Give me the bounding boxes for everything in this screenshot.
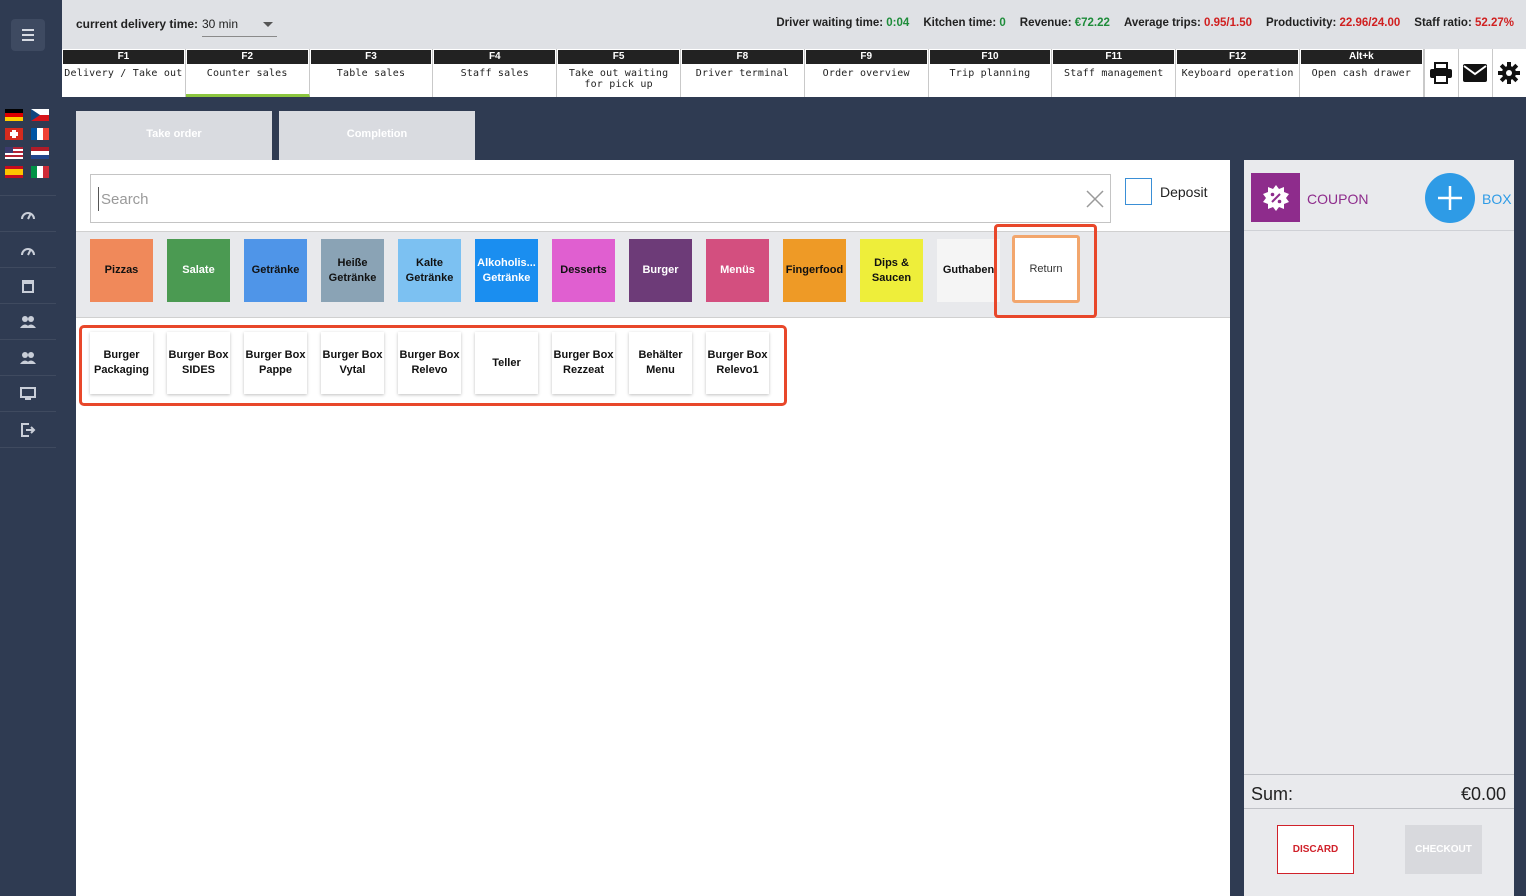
status-bar: current delivery time: 30 min Driver wai… bbox=[62, 0, 1526, 49]
category-kalte-getraenke[interactable]: Kalte Getränke bbox=[398, 239, 461, 302]
product-burger-packaging[interactable]: Burger Packaging bbox=[90, 332, 153, 394]
category-pizzas[interactable]: Pizzas bbox=[90, 239, 153, 302]
divider bbox=[1244, 774, 1514, 775]
stat-kitchen-time: Kitchen time: 0 bbox=[923, 17, 1006, 29]
box-label[interactable]: BOX bbox=[1482, 191, 1512, 207]
users-icon[interactable] bbox=[17, 311, 39, 333]
product-burger-box-sides[interactable]: Burger Box SIDES bbox=[167, 332, 230, 394]
stat-average-trips: Average trips: 0.95/1.50 bbox=[1123, 17, 1253, 29]
category-alkoholische-getraenke[interactable]: Alkoholis... Getränke bbox=[475, 239, 538, 302]
product-burger-box-rezzeat[interactable]: Burger Box Rezzeat bbox=[552, 332, 615, 394]
fkey-driver-terminal[interactable]: F8 Driver terminal bbox=[680, 49, 805, 97]
fkey-order-overview[interactable]: F9 Order overview bbox=[804, 49, 929, 97]
product-behaelter-menu[interactable]: Behälter Menu bbox=[629, 332, 692, 394]
sum-label: Sum: bbox=[1251, 784, 1294, 804]
fkey-delivery-take-out[interactable]: F1 Delivery / Take out bbox=[62, 49, 186, 97]
coupon-badge-icon bbox=[1262, 184, 1289, 211]
monitor-icon[interactable] bbox=[17, 383, 39, 405]
stats-bar: Driver waiting time: 0:04 Kitchen time: … bbox=[776, 17, 1514, 29]
checkout-button[interactable]: CHECKOUT bbox=[1405, 825, 1482, 874]
stat-productivity: Productivity: 22.96/24.00 bbox=[1266, 17, 1401, 29]
cart-panel: COUPON BOX Sum: €0.00 DISCARD CHECKOUT bbox=[1244, 160, 1514, 896]
fkey-counter-sales[interactable]: F2 Counter sales bbox=[185, 49, 310, 97]
france-flag[interactable] bbox=[31, 128, 49, 140]
product-burger-box-pappe[interactable]: Burger Box Pappe bbox=[244, 332, 307, 394]
divider bbox=[1244, 808, 1514, 809]
product-burger-box-vytal[interactable]: Burger Box Vytal bbox=[321, 332, 384, 394]
category-return[interactable]: Return bbox=[1012, 235, 1080, 303]
czech-flag[interactable] bbox=[31, 109, 49, 121]
italy-flag[interactable] bbox=[31, 166, 49, 178]
category-fingerfood[interactable]: Fingerfood bbox=[783, 239, 846, 302]
chevron-down-icon bbox=[263, 22, 273, 27]
fkey-staff-sales[interactable]: F4 Staff sales bbox=[433, 49, 558, 97]
delivery-time-label: current delivery time: bbox=[76, 17, 199, 31]
fkey-table-sales[interactable]: F3 Table sales bbox=[309, 49, 434, 97]
close-icon[interactable] bbox=[1084, 188, 1106, 210]
category-dips-saucen[interactable]: Dips & Saucen bbox=[860, 239, 923, 302]
plus-icon bbox=[1438, 186, 1462, 210]
speedometer-icon[interactable] bbox=[17, 239, 39, 261]
product-burger-box-relevo[interactable]: Burger Box Relevo bbox=[398, 332, 461, 394]
order-panel: Deposit Pizzas Salate Getränke Heiße Get… bbox=[76, 160, 1230, 896]
stat-driver-waiting: Driver waiting time: 0:04 bbox=[776, 17, 910, 29]
tab-completion[interactable]: Completion bbox=[279, 111, 475, 160]
sum-value: €0.00 bbox=[1460, 784, 1506, 804]
category-burger[interactable]: Burger bbox=[629, 239, 692, 302]
basket-icon[interactable] bbox=[17, 275, 39, 297]
sidebar bbox=[0, 0, 56, 896]
stat-revenue: Revenue: €72.22 bbox=[1019, 17, 1110, 29]
printer-icon[interactable] bbox=[1423, 49, 1458, 97]
discard-button[interactable]: DISCARD bbox=[1277, 825, 1354, 874]
usa-flag[interactable] bbox=[5, 147, 23, 159]
search-input[interactable] bbox=[98, 187, 1058, 211]
deposit-checkbox[interactable] bbox=[1125, 178, 1152, 205]
coupon-button[interactable] bbox=[1251, 173, 1300, 222]
swiss-flag[interactable] bbox=[5, 128, 23, 140]
category-salate[interactable]: Salate bbox=[167, 239, 230, 302]
search-box bbox=[90, 174, 1111, 223]
add-box-button[interactable] bbox=[1425, 173, 1475, 223]
mail-icon[interactable] bbox=[1457, 49, 1492, 97]
tab-take-order[interactable]: Take order bbox=[76, 111, 272, 160]
fkey-staff-management[interactable]: F11 Staff management bbox=[1052, 49, 1177, 97]
category-menues[interactable]: Menüs bbox=[706, 239, 769, 302]
category-heisse-getraenke[interactable]: Heiße Getränke bbox=[321, 239, 384, 302]
category-getraenke[interactable]: Getränke bbox=[244, 239, 307, 302]
category-desserts[interactable]: Desserts bbox=[552, 239, 615, 302]
logout-icon[interactable] bbox=[17, 419, 39, 441]
coupon-label[interactable]: COUPON bbox=[1307, 191, 1368, 207]
delivery-time-select[interactable]: 30 min bbox=[202, 13, 277, 37]
users-icon[interactable] bbox=[17, 347, 39, 369]
product-teller[interactable]: Teller bbox=[475, 332, 538, 394]
germany-flag[interactable] bbox=[5, 109, 23, 121]
product-burger-box-relevo1[interactable]: Burger Box Relevo1 bbox=[706, 332, 769, 394]
fkey-trip-planning[interactable]: F10 Trip planning bbox=[928, 49, 1053, 97]
netherlands-flag[interactable] bbox=[31, 147, 49, 159]
fkey-keyboard-operation[interactable]: F12 Keyboard operation bbox=[1176, 49, 1300, 97]
hamburger-menu-button[interactable] bbox=[11, 19, 45, 51]
fkey-open-cash-drawer[interactable]: Alt+k Open cash drawer bbox=[1299, 49, 1424, 97]
deposit-label: Deposit bbox=[1160, 184, 1208, 200]
stat-staff-ratio: Staff ratio: 52.27% bbox=[1414, 17, 1514, 29]
fkey-take-out-waiting[interactable]: F5 Take out waiting for pick up bbox=[557, 49, 681, 97]
spain-flag[interactable] bbox=[5, 166, 23, 178]
function-key-bar: F1 Delivery / Take out F2 Counter sales F3… bbox=[62, 49, 1526, 97]
divider bbox=[1244, 230, 1514, 231]
gear-icon[interactable] bbox=[1491, 49, 1526, 97]
category-guthaben[interactable]: Guthaben bbox=[937, 239, 1000, 302]
delivery-time-value: 30 min bbox=[202, 17, 239, 31]
speedometer-icon[interactable] bbox=[17, 203, 39, 225]
